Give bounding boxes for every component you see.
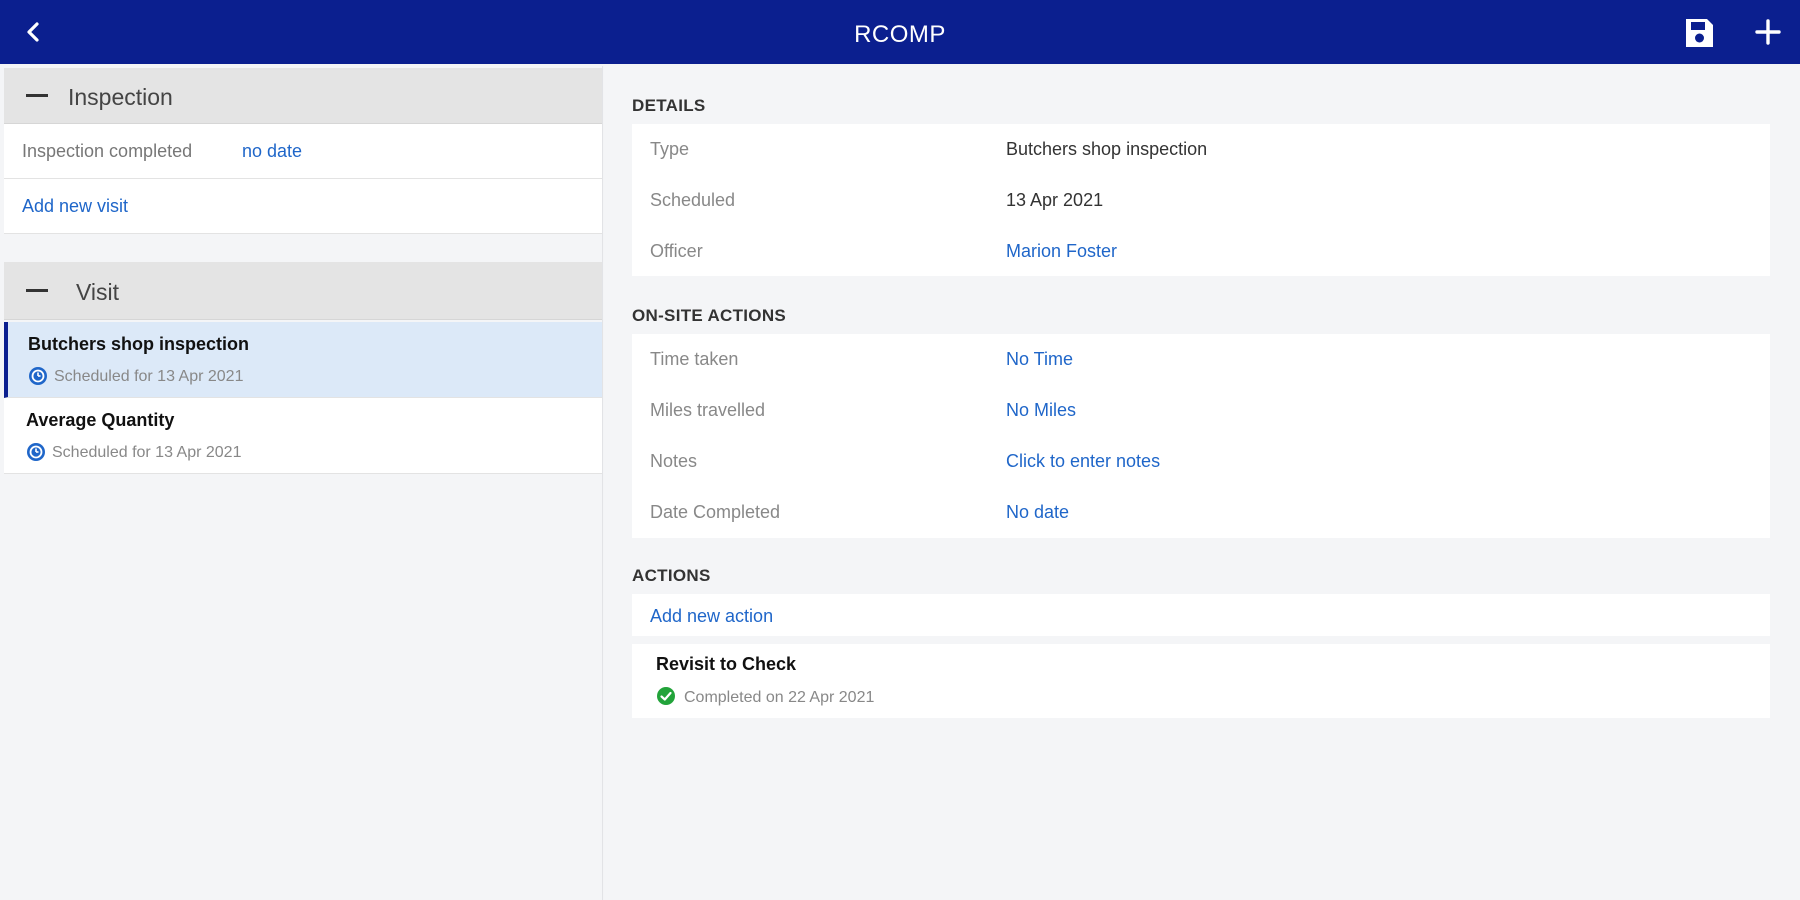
notes-link[interactable]: Click to enter notes: [1006, 451, 1160, 472]
save-icon: [1686, 19, 1713, 47]
right-panel: DETAILS Type Butchers shop inspection Sc…: [604, 66, 1800, 900]
completed-status-icon: [657, 687, 675, 705]
add-new-visit-link[interactable]: Add new visit: [22, 196, 128, 217]
visit-name: Average Quantity: [26, 410, 175, 430]
action-status: Completed on 22 Apr 2021: [684, 689, 875, 706]
left-panel: Inspection Inspection completed no date …: [0, 66, 603, 900]
time-taken-link[interactable]: No Time: [1006, 349, 1073, 370]
visit-status: Scheduled for 13 Apr 2021: [54, 368, 244, 385]
type-field: Type Butchers shop inspection: [632, 124, 1770, 175]
add-visit-row: Add new visit: [4, 179, 602, 234]
onsite-actions-section-title: ON-SITE ACTIONS: [632, 306, 787, 325]
add-action-row: Add new action: [632, 594, 1770, 636]
field-label: Scheduled: [650, 190, 736, 210]
time-taken-field: Time taken No Time: [632, 334, 1770, 385]
field-value: Butchers shop inspection: [1006, 139, 1208, 159]
field-label: Date Completed: [650, 502, 781, 522]
field-label: Officer: [650, 241, 703, 261]
visit-list-item[interactable]: Butchers shop inspection Scheduled for 1…: [4, 322, 602, 398]
field-label: Type: [650, 139, 690, 159]
date-completed-link[interactable]: No date: [1006, 502, 1069, 523]
field-value: 13 Apr 2021: [1006, 190, 1104, 210]
inspection-completed-label: Inspection completed: [22, 141, 193, 161]
visit-status: Scheduled for 13 Apr 2021: [52, 444, 242, 461]
collapse-icon: [26, 289, 48, 292]
details-card: Type Butchers shop inspection Scheduled …: [632, 124, 1770, 276]
miles-travelled-link[interactable]: No Miles: [1006, 400, 1076, 421]
visit-name: Butchers shop inspection: [28, 334, 250, 354]
visit-section-header[interactable]: Visit: [4, 262, 602, 320]
action-list-item[interactable]: Revisit to Check Completed on 22 Apr 202…: [632, 644, 1770, 718]
field-label: Time taken: [650, 349, 739, 369]
visit-list-item[interactable]: Average Quantity Scheduled for 13 Apr 20…: [4, 398, 602, 474]
top-bar: RCOMP: [0, 0, 1800, 64]
collapse-icon: [26, 94, 48, 97]
inspection-completed-row: Inspection completed no date: [4, 124, 602, 179]
notes-field: Notes Click to enter notes: [632, 436, 1770, 487]
details-section-title: DETAILS: [632, 96, 706, 115]
save-button[interactable]: [1682, 16, 1716, 50]
field-label: Miles travelled: [650, 400, 766, 420]
inspection-section-header[interactable]: Inspection: [4, 68, 602, 124]
scheduled-field: Scheduled 13 Apr 2021: [632, 175, 1770, 226]
inspection-completed-date-link[interactable]: no date: [242, 141, 302, 162]
action-name: Revisit to Check: [656, 654, 797, 674]
add-new-action-link[interactable]: Add new action: [650, 606, 773, 627]
miles-travelled-field: Miles travelled No Miles: [632, 385, 1770, 436]
officer-link[interactable]: Marion Foster: [1006, 241, 1117, 262]
scheduled-status-icon: [29, 367, 47, 385]
field-label: Notes: [650, 451, 698, 471]
officer-field: Officer Marion Foster: [632, 226, 1770, 277]
plus-icon: [1755, 19, 1781, 45]
actions-section-title: ACTIONS: [632, 566, 711, 585]
scheduled-status-icon: [27, 443, 45, 461]
page-title: RCOMP: [854, 21, 946, 48]
visit-heading: Visit: [76, 279, 120, 305]
date-completed-field: Date Completed No date: [632, 487, 1770, 538]
onsite-actions-card: Time taken No Time Miles travelled No Mi…: [632, 334, 1770, 538]
add-button[interactable]: [1752, 16, 1784, 48]
inspection-heading: Inspection: [68, 84, 173, 110]
